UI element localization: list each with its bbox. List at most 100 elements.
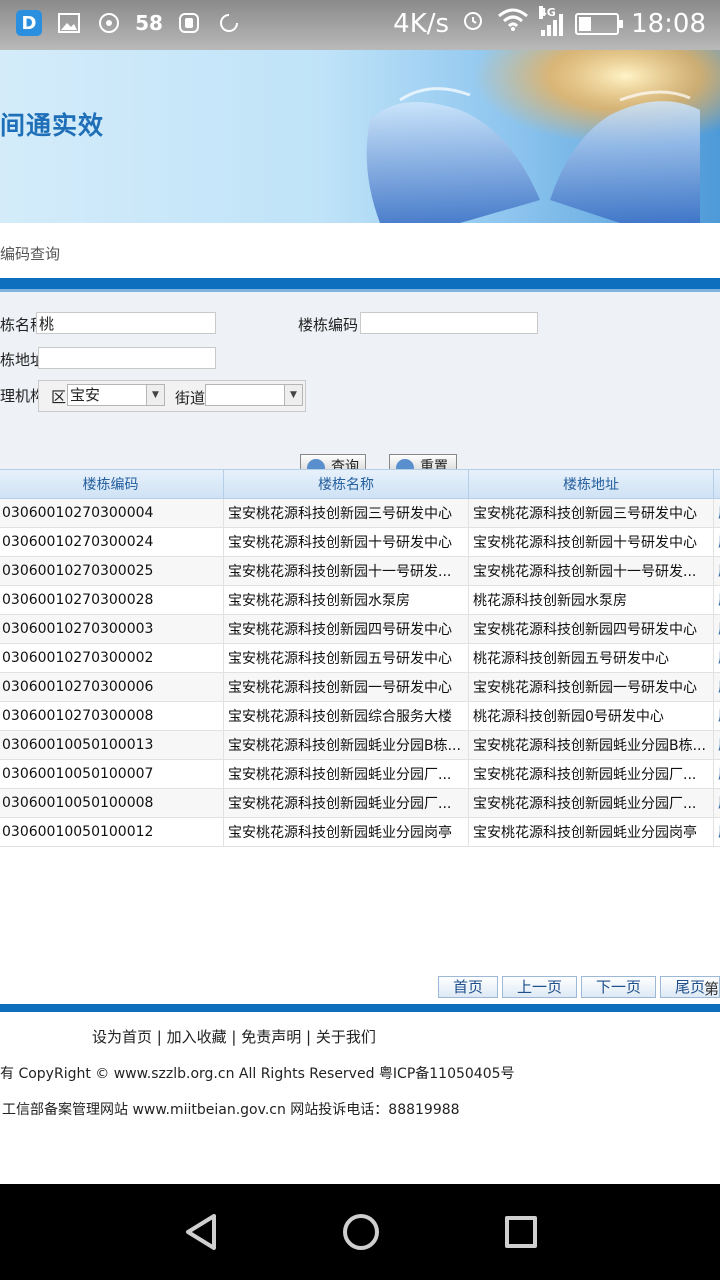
district-label: 区: [51, 388, 67, 406]
cell-address: 宝安桃花源科技创新园蚝业分园厂...: [469, 789, 714, 817]
building-code-input[interactable]: [360, 312, 538, 334]
cell-name: 宝安桃花源科技创新园综合服务大楼: [224, 702, 469, 730]
cell-name: 宝安桃花源科技创新园蚝业分园厂...: [224, 789, 469, 817]
status-bar: D 58 4K/s 4G 18:08: [0, 0, 720, 50]
icp-text: 工信部备案管理网站 www.miitbeian.gov.cn 网站投诉电话：88…: [2, 1102, 460, 1118]
cell-address: 宝安桃花源科技创新园蚝业分园B栋...: [469, 731, 714, 759]
cell-address: 桃花源科技创新园水泵房: [469, 586, 714, 614]
cell-code: 03060010270300008: [0, 702, 224, 730]
cell-more[interactable]: 原: [714, 586, 720, 614]
footer-divider: [0, 1004, 720, 1012]
org-selector: 区 宝安 ▼ 街道 ▼: [38, 380, 306, 412]
next-page-button[interactable]: 下一页: [581, 976, 656, 998]
cell-address: 宝安桃花源科技创新园四号研发中心: [469, 615, 714, 643]
table-header: 楼栋编码 楼栋名称 楼栋地址: [0, 469, 720, 499]
sync-icon: [216, 10, 242, 36]
cell-more[interactable]: 原: [714, 789, 720, 817]
first-page-button[interactable]: 首页: [438, 976, 498, 998]
cell-more[interactable]: 原: [714, 644, 720, 672]
cell-more[interactable]: 原: [714, 499, 720, 527]
results-table: 楼栋编码 楼栋名称 楼栋地址 03060010270300004 宝安桃花源科技创…: [0, 469, 720, 847]
alarm-icon: [461, 8, 485, 39]
pagination: 首页 上一页 下一页 尾页: [438, 976, 720, 998]
chevron-down-icon[interactable]: ▼: [146, 385, 164, 405]
about-us-link[interactable]: 关于我们: [316, 1028, 376, 1046]
back-icon[interactable]: [184, 1213, 218, 1251]
column-header-more[interactable]: [714, 470, 720, 498]
cell-address: 宝安桃花源科技创新园十一号研发...: [469, 557, 714, 585]
column-header-address[interactable]: 楼栋地址: [469, 470, 714, 498]
table-row[interactable]: 03060010050100012 宝安桃花源科技创新园蚝业分园岗亭 宝安桃花源科技…: [0, 818, 720, 847]
cell-more[interactable]: 原: [714, 702, 720, 730]
cell-name: 宝安桃花源科技创新园蚝业分园厂...: [224, 760, 469, 788]
table-row[interactable]: 03060010270300025 宝安桃花源科技创新园十一号研发... 宝安桃花源…: [0, 557, 720, 586]
table-row[interactable]: 03060010270300003 宝安桃花源科技创新园四号研发中心 宝安桃花源科技…: [0, 615, 720, 644]
table-row[interactable]: 03060010050100008 宝安桃花源科技创新园蚝业分园厂... 宝安桃花源…: [0, 789, 720, 818]
cell-more[interactable]: 原: [714, 673, 720, 701]
building-name-input[interactable]: [36, 312, 216, 334]
cell-name: 宝安桃花源科技创新园三号研发中心: [224, 499, 469, 527]
cell-more[interactable]: 原: [714, 528, 720, 556]
table-body: 03060010270300004 宝安桃花源科技创新园三号研发中心 宝安桃花源科技…: [0, 499, 720, 847]
cell-code: 03060010270300006: [0, 673, 224, 701]
cell-code: 03060010050100007: [0, 760, 224, 788]
cell-name: 宝安桃花源科技创新园十号研发中心: [224, 528, 469, 556]
cell-code: 03060010050100012: [0, 818, 224, 846]
notification-icons: D 58: [16, 10, 242, 36]
prev-page-button[interactable]: 上一页: [502, 976, 577, 998]
hand-icon: [176, 10, 202, 36]
table-row[interactable]: 03060010050100007 宝安桃花源科技创新园蚝业分园厂... 宝安桃花源…: [0, 760, 720, 789]
settings-icon: [96, 10, 122, 36]
table-row[interactable]: 03060010270300006 宝安桃花源科技创新园一号研发中心 宝安桃花源科技…: [0, 673, 720, 702]
wifi-icon: [497, 8, 529, 39]
cell-code: 03060010270300028: [0, 586, 224, 614]
table-row[interactable]: 03060010270300028 宝安桃花源科技创新园水泵房 桃花源科技创新园水泵…: [0, 586, 720, 615]
column-header-code[interactable]: 楼栋编码: [0, 470, 224, 498]
app-d-icon: D: [16, 10, 42, 36]
table-row[interactable]: 03060010270300004 宝安桃花源科技创新园三号研发中心 宝安桃花源科技…: [0, 499, 720, 528]
cell-address: 桃花源科技创新园0号研发中心: [469, 702, 714, 730]
net-speed: 4K/s: [393, 8, 450, 39]
app-58-icon: 58: [135, 11, 163, 35]
battery-icon: [575, 12, 624, 35]
district-select[interactable]: 宝安 ▼: [67, 384, 165, 406]
add-favorite-link[interactable]: 加入收藏: [167, 1028, 227, 1046]
chevron-down-icon[interactable]: ▼: [284, 385, 302, 405]
cell-code: 03060010270300002: [0, 644, 224, 672]
footer-links: 设为首页 | 加入收藏 | 免责声明 | 关于我们: [92, 1028, 376, 1046]
district-value: 宝安: [70, 386, 101, 404]
cell-name: 宝安桃花源科技创新园蚝业分园B栋...: [224, 731, 469, 759]
cell-code: 03060010270300025: [0, 557, 224, 585]
cell-address: 桃花源科技创新园五号研发中心: [469, 644, 714, 672]
table-row[interactable]: 03060010270300024 宝安桃花源科技创新园十号研发中心 宝安桃花源科技…: [0, 528, 720, 557]
disclaimer-link[interactable]: 免责声明: [241, 1028, 301, 1046]
set-homepage-link[interactable]: 设为首页: [92, 1028, 152, 1046]
header-banner: 间通实效: [0, 50, 720, 223]
cell-code: 03060010270300024: [0, 528, 224, 556]
column-header-name[interactable]: 楼栋名称: [224, 470, 469, 498]
cell-code: 03060010270300004: [0, 499, 224, 527]
home-icon[interactable]: [343, 1214, 379, 1250]
street-select[interactable]: ▼: [205, 384, 303, 406]
banner-title: 间通实效: [0, 111, 105, 140]
gallery-icon: [56, 10, 82, 36]
recent-apps-icon[interactable]: [505, 1216, 537, 1248]
cell-more[interactable]: 原: [714, 731, 720, 759]
cell-name: 宝安桃花源科技创新园四号研发中心: [224, 615, 469, 643]
street-label: 街道: [175, 389, 206, 407]
cell-more[interactable]: 原: [714, 557, 720, 585]
search-form: 栋名称 楼栋编码 栋地址 理机构 区 宝安 ▼ 街道 ▼ 查询 重置: [0, 292, 720, 472]
cell-more[interactable]: 原: [714, 615, 720, 643]
cell-more[interactable]: 原: [714, 760, 720, 788]
table-row[interactable]: 03060010270300002 宝安桃花源科技创新园五号研发中心 桃花源科技创新…: [0, 644, 720, 673]
table-row[interactable]: 03060010270300008 宝安桃花源科技创新园综合服务大楼 桃花源科技创新…: [0, 702, 720, 731]
breadcrumb: 编码查询: [0, 245, 61, 263]
table-row[interactable]: 03060010050100013 宝安桃花源科技创新园蚝业分园B栋... 宝安桃花…: [0, 731, 720, 760]
copyright-text: 所有 CopyRight © www.szzlb.org.cn All Righ…: [0, 1066, 515, 1082]
network-type: 4G: [539, 5, 556, 19]
cell-address: 宝安桃花源科技创新园一号研发中心: [469, 673, 714, 701]
building-address-input[interactable]: [38, 347, 216, 369]
building-code-label: 楼栋编码: [298, 316, 359, 334]
cell-name: 宝安桃花源科技创新园五号研发中心: [224, 644, 469, 672]
cell-more[interactable]: 原: [714, 818, 720, 846]
